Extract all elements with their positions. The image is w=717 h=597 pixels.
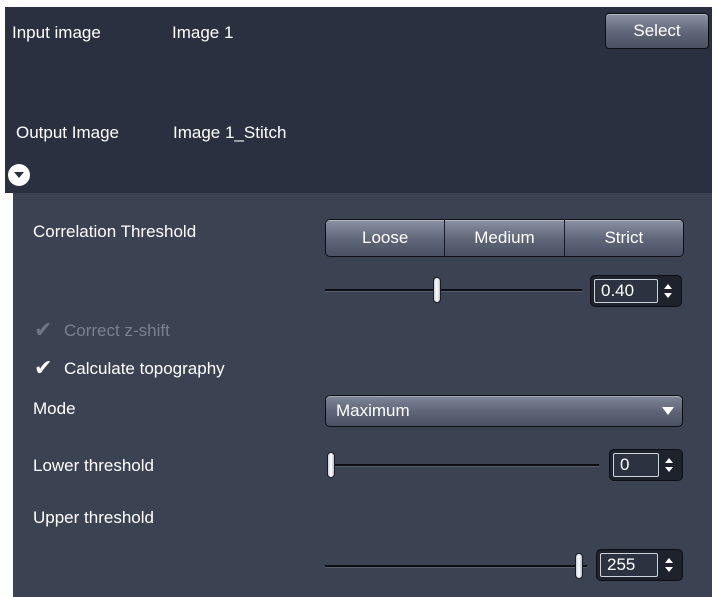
spin-arrows-icon[interactable] [658, 279, 678, 303]
spin-arrows-icon[interactable] [659, 553, 679, 577]
correct-z-shift-checkbox[interactable]: ✔ [34, 319, 56, 341]
mode-selected-value: Maximum [336, 401, 410, 420]
collapse-toggle-icon[interactable] [8, 164, 30, 186]
input-image-label: Input image [12, 23, 101, 42]
upper-threshold-label: Upper threshold [33, 508, 154, 527]
upper-threshold-slider-track[interactable] [325, 565, 587, 567]
upper-threshold-spinbox[interactable]: 255 [596, 549, 683, 581]
lower-threshold-slider-track[interactable] [327, 464, 599, 466]
calculate-topography-label: Calculate topography [64, 359, 225, 378]
upper-threshold-value[interactable]: 255 [600, 553, 658, 577]
input-image-value: Image 1 [172, 23, 234, 42]
mode-dropdown[interactable]: Maximum [325, 395, 683, 427]
output-image-value: Image 1_Stitch [173, 123, 287, 142]
correlation-value[interactable]: 0.40 [594, 279, 658, 303]
upper-threshold-slider-handle[interactable] [575, 553, 583, 579]
lower-threshold-value[interactable]: 0 [613, 453, 659, 477]
chevron-down-icon [662, 407, 674, 415]
spin-arrows-icon[interactable] [659, 453, 679, 477]
preset-medium-button[interactable]: Medium [444, 220, 564, 256]
correct-z-shift-label: Correct z-shift [64, 321, 170, 340]
preset-loose-button[interactable]: Loose [326, 220, 445, 256]
correlation-slider-handle[interactable] [433, 277, 441, 303]
preset-strict-button[interactable]: Strict [563, 220, 683, 256]
correlation-spinbox[interactable]: 0.40 [590, 275, 682, 307]
lower-threshold-slider-handle[interactable] [327, 452, 335, 478]
select-button[interactable]: Select [605, 13, 709, 49]
correlation-preset-group: Loose Medium Strict [325, 219, 684, 257]
correlation-threshold-label: Correlation Threshold [33, 222, 197, 241]
calculate-topography-checkbox[interactable]: ✔ [34, 357, 56, 379]
correlation-slider-track[interactable] [325, 289, 582, 291]
lower-threshold-spinbox[interactable]: 0 [609, 449, 683, 481]
output-image-label: Output Image [16, 123, 120, 142]
lower-threshold-label: Lower threshold [33, 456, 154, 475]
mode-label: Mode [33, 399, 76, 418]
